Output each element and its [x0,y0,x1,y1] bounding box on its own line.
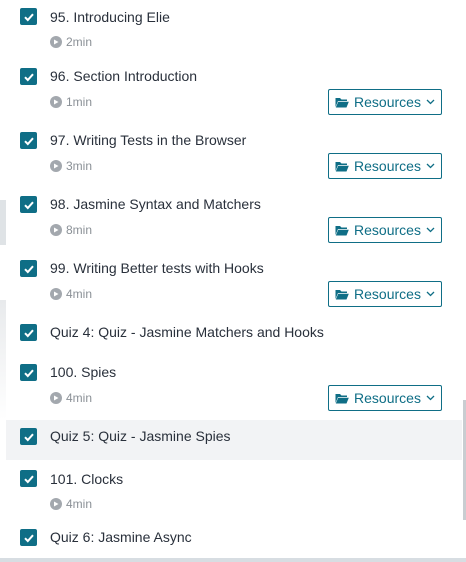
lecture-duration: 4min [50,497,92,511]
lecture-title: 97. Writing Tests in the Browser [50,132,247,148]
completed-checkbox[interactable] [20,132,37,149]
play-icon [50,498,62,510]
list-item[interactable]: 99. Writing Better tests with Hooks 4min… [6,252,462,316]
quiz-title: Quiz 5: Quiz - Jasmine Spies [50,428,231,444]
completed-checkbox[interactable] [20,470,37,487]
list-item[interactable]: 100. Spies 4min Resources [6,356,462,420]
resources-button[interactable]: Resources [328,217,442,243]
play-icon [50,392,62,404]
lecture-title: 100. Spies [50,364,117,380]
completed-checkbox[interactable] [20,364,37,381]
completed-checkbox[interactable] [20,324,37,341]
lecture-title: 101. Clocks [50,471,124,487]
lecture-duration: 4min [50,391,92,405]
lecture-title: 95. Introducing Elie [50,9,170,25]
lecture-duration: 3min [50,159,92,173]
chevron-down-icon [426,395,435,401]
quiz-title: Quiz 4: Quiz - Jasmine Matchers and Hook… [50,324,324,340]
play-icon [50,96,62,108]
chevron-down-icon [426,227,435,233]
resources-label: Resources [354,390,421,406]
resources-button[interactable]: Resources [328,153,442,179]
resources-label: Resources [354,286,421,302]
play-icon [50,36,62,48]
bottom-border [0,558,466,562]
lecture-duration: 4min [50,287,92,301]
folder-open-icon [335,161,349,172]
play-icon [50,288,62,300]
resources-button[interactable]: Resources [328,385,442,411]
play-icon [50,160,62,172]
lecture-title: 98. Jasmine Syntax and Matchers [50,196,261,212]
list-item[interactable]: Quiz 6: Jasmine Async [6,520,462,560]
completed-checkbox[interactable] [20,260,37,277]
folder-open-icon [335,289,349,300]
duration-text: 4min [66,287,93,301]
lecture-title: 96. Section Introduction [50,68,198,84]
folder-open-icon [335,97,349,108]
chevron-down-icon [426,163,435,169]
list-item[interactable]: 97. Writing Tests in the Browser 3min Re… [6,124,462,188]
play-icon [50,224,62,236]
lecture-duration: 8min [50,223,92,237]
curriculum-list: 95. Introducing Elie 2min 96. Section In… [6,0,462,560]
quiz-title: Quiz 6: Jasmine Async [50,529,192,545]
resources-label: Resources [354,94,421,110]
resources-button[interactable]: Resources [328,281,442,307]
duration-text: 1min [66,95,93,109]
completed-checkbox[interactable] [20,68,37,85]
list-item[interactable]: 98. Jasmine Syntax and Matchers 8min Res… [6,188,462,252]
duration-text: 4min [66,391,93,405]
duration-text: 8min [66,223,93,237]
completed-checkbox[interactable] [20,428,37,445]
completed-checkbox[interactable] [20,529,37,546]
resources-label: Resources [354,222,421,238]
chevron-down-icon [426,291,435,297]
chevron-down-icon [426,99,435,105]
list-item-highlighted[interactable]: Quiz 5: Quiz - Jasmine Spies [6,420,462,460]
duration-text: 4min [66,497,93,511]
duration-text: 2min [66,35,93,49]
lecture-duration: 2min [50,35,92,49]
duration-text: 3min [66,159,93,173]
folder-open-icon [335,225,349,236]
resources-label: Resources [354,158,421,174]
list-item[interactable]: 95. Introducing Elie 2min [6,0,462,60]
lecture-title: 99. Writing Better tests with Hooks [50,260,264,276]
folder-open-icon [335,393,349,404]
list-item[interactable]: 101. Clocks 4min [6,460,462,520]
completed-checkbox[interactable] [20,196,37,213]
completed-checkbox[interactable] [20,8,37,25]
resources-button[interactable]: Resources [328,89,442,115]
list-item[interactable]: Quiz 4: Quiz - Jasmine Matchers and Hook… [6,316,462,356]
lecture-duration: 1min [50,95,92,109]
list-item[interactable]: 96. Section Introduction 1min Resources [6,60,462,124]
